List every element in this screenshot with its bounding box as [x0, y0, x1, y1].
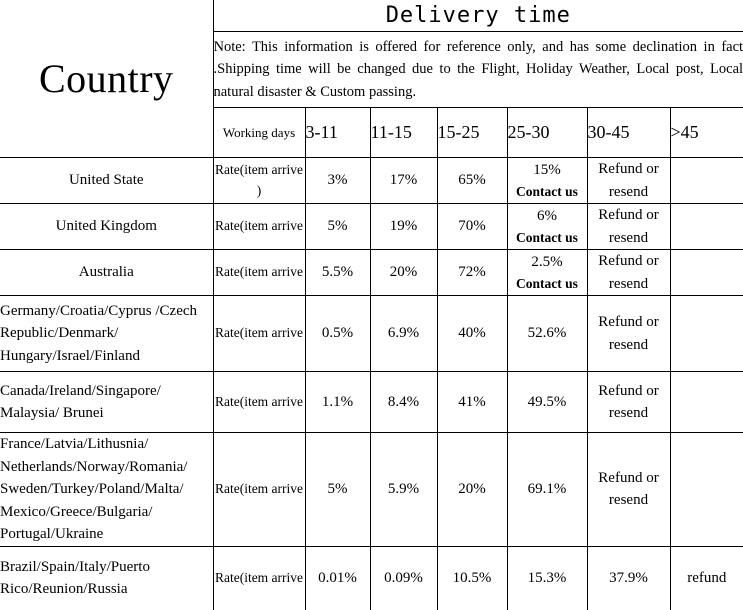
rate-3-11: 5.5% [304, 249, 371, 296]
range-header-25-30: 25-30 [506, 107, 588, 158]
range-header-3-11: 3-11 [304, 107, 371, 158]
rate-30-45: 37.9% [586, 545, 671, 610]
delivery-note-text: Note: This information is offered for re… [212, 31, 743, 108]
rate-over-45 [669, 203, 743, 250]
range-header-30-45: 30-45 [586, 107, 671, 158]
rate-label: Rate(item arrive [212, 432, 306, 547]
range-header-11-15: 11-15 [369, 107, 438, 158]
country-column-header: Country [0, 0, 214, 158]
country-name: United Kingdom [0, 203, 214, 250]
range-header-over-45: >45 [669, 107, 743, 158]
rate-25-30: 6% Contact us [506, 203, 588, 250]
rate-11-15: 6.9% [369, 295, 438, 372]
table-row: Canada/Ireland/Singapore/ Malaysia/ Brun… [0, 371, 743, 433]
rate-30-45: Refund or resend [586, 295, 671, 372]
table-row: United State Rate(item arrive ) 3% 17% 6… [0, 157, 743, 204]
rate-25-30: 52.6% [506, 295, 588, 372]
table-row: Australia Rate(item arrive 5.5% 20% 72% … [0, 249, 743, 296]
rate-25-30: 69.1% [506, 432, 588, 547]
rate-30-45: Refund or resend [586, 249, 671, 296]
delivery-time-title: Delivery time [212, 0, 743, 32]
rate-30-45: Refund or resend [586, 432, 671, 547]
rate-over-45 [669, 295, 743, 372]
rate-15-25: 41% [436, 371, 508, 433]
delivery-time-table: Country Delivery time Note: This informa… [0, 0, 743, 610]
country-name: Canada/Ireland/Singapore/ Malaysia/ Brun… [0, 371, 214, 433]
rate-3-11: 5% [304, 203, 371, 250]
rate-11-15: 17% [369, 157, 438, 204]
table-row: United Kingdom Rate(item arrive 5% 19% 7… [0, 203, 743, 250]
rate-30-45: Refund or resend [586, 371, 671, 433]
rate-3-11: 1.1% [304, 371, 371, 433]
rate-label: Rate(item arrive [212, 249, 306, 296]
delivery-time-table-sheet: Country Delivery time Note: This informa… [0, 0, 743, 610]
rate-label: Rate(item arrive [212, 371, 306, 433]
country-name: Germany/Croatia/Cyprus /Czech Republic/D… [0, 295, 214, 372]
rate-3-11: 0.5% [304, 295, 371, 372]
rate-15-25: 72% [436, 249, 508, 296]
country-name: United State [0, 157, 214, 204]
contact-us-note[interactable]: Contact us [508, 182, 587, 202]
rate-11-15: 19% [369, 203, 438, 250]
rate-over-45 [669, 249, 743, 296]
rate-label: Rate(item arrive [212, 545, 306, 610]
rate-25-30-value: 15% [533, 162, 561, 179]
table-row: France/Latvia/Lithusnia/ Netherlands/Nor… [0, 432, 743, 547]
rate-15-25: 65% [436, 157, 508, 204]
country-name: Australia [0, 249, 214, 296]
rate-15-25: 40% [436, 295, 508, 372]
table-row: Germany/Croatia/Cyprus /Czech Republic/D… [0, 295, 743, 372]
table-row: Brazil/Spain/Italy/Puerto Rico/Reunion/R… [0, 545, 743, 610]
rate-15-25: 70% [436, 203, 508, 250]
rate-11-15: 20% [369, 249, 438, 296]
contact-us-note[interactable]: Contact us [508, 274, 587, 294]
title-row: Country Delivery time [0, 0, 743, 158]
rate-25-30: 15.3% [506, 545, 588, 610]
rate-3-11: 3% [304, 157, 371, 204]
rate-over-45 [669, 157, 743, 204]
rate-15-25: 10.5% [436, 545, 508, 610]
rate-label: Rate(item arrive [212, 203, 306, 250]
contact-us-note[interactable]: Contact us [508, 228, 587, 248]
rate-30-45: Refund or resend [586, 203, 671, 250]
rate-label: Rate(item arrive ) [212, 157, 306, 204]
rate-30-45: Refund or resend [586, 157, 671, 204]
rate-over-45 [669, 432, 743, 547]
rate-25-30-value: 2.5% [531, 254, 563, 271]
country-name: France/Latvia/Lithusnia/ Netherlands/Nor… [0, 432, 214, 547]
rate-3-11: 5% [304, 432, 371, 547]
rate-11-15: 8.4% [369, 371, 438, 433]
rate-25-30: 49.5% [506, 371, 588, 433]
rate-11-15: 0.09% [369, 545, 438, 610]
rate-25-30: 15% Contact us [506, 157, 588, 204]
rate-label: Rate(item arrive [212, 295, 306, 372]
working-days-header: Working days [212, 107, 306, 158]
range-header-15-25: 15-25 [436, 107, 508, 158]
rate-3-11: 0.01% [304, 545, 371, 610]
rate-over-45: refund [669, 545, 743, 610]
rate-15-25: 20% [436, 432, 508, 547]
rate-over-45 [669, 371, 743, 433]
rate-25-30: 2.5% Contact us [506, 249, 588, 296]
rate-11-15: 5.9% [369, 432, 438, 547]
rate-25-30-value: 6% [537, 208, 557, 225]
country-name: Brazil/Spain/Italy/Puerto Rico/Reunion/R… [0, 545, 214, 610]
